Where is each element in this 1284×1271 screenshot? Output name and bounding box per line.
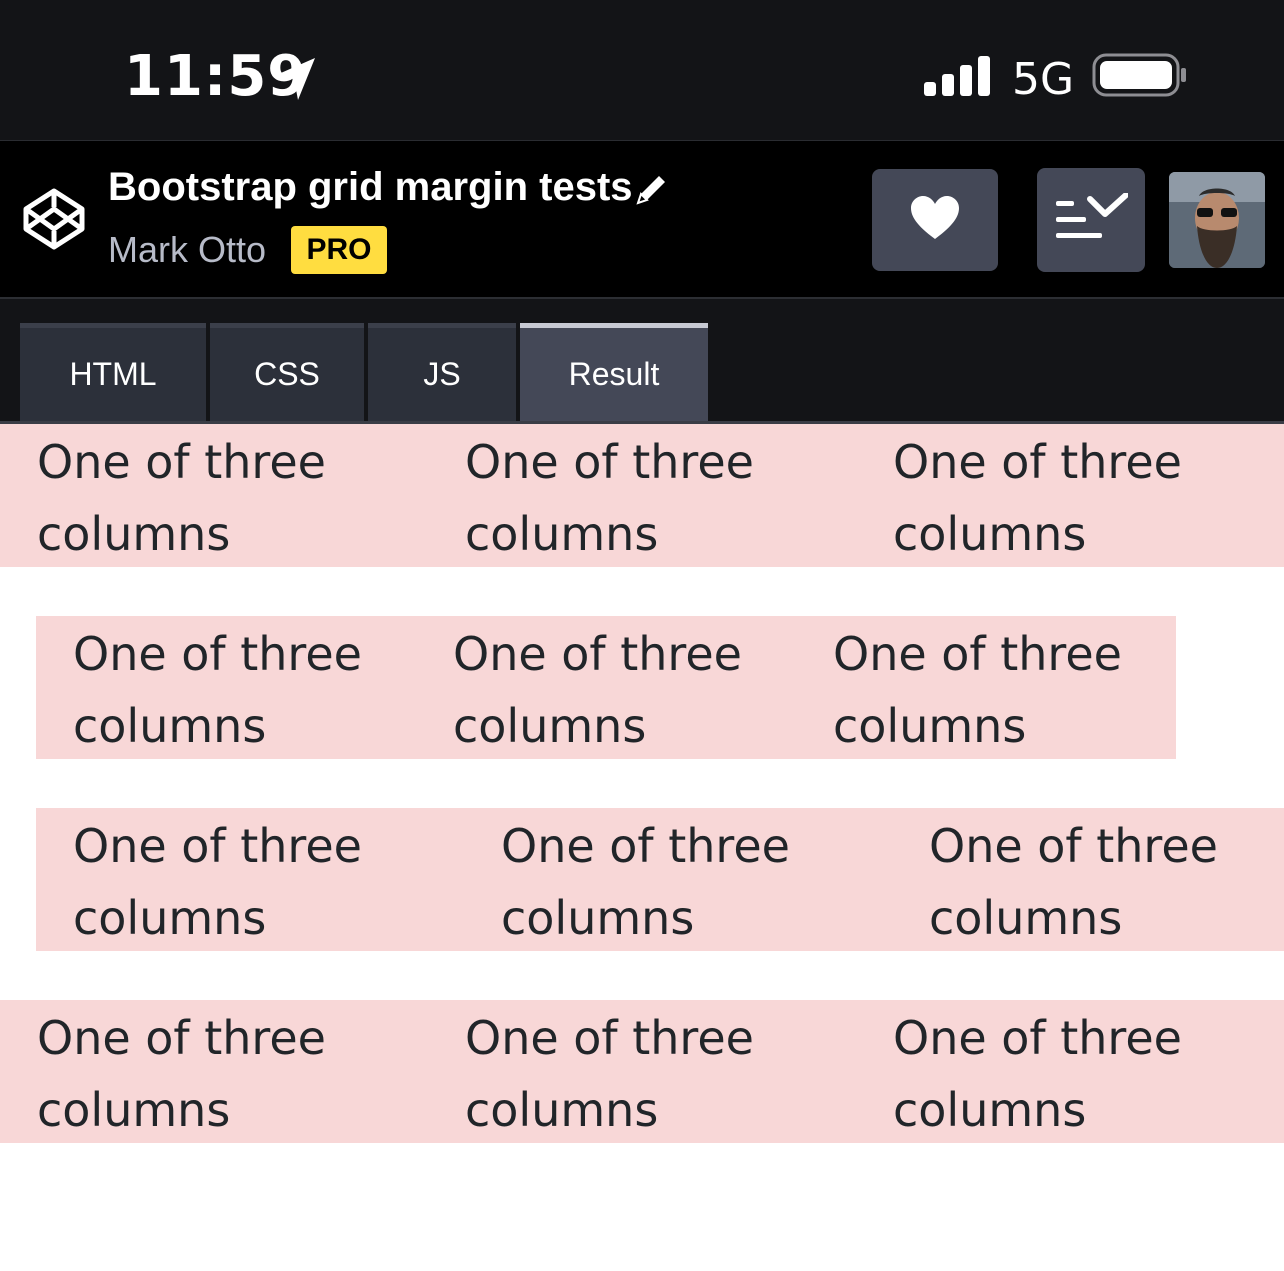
cellular-signal-icon (924, 54, 992, 103)
battery-icon (1092, 53, 1188, 104)
pen-title: Bootstrap grid margin tests (108, 165, 633, 209)
tab-js[interactable]: JS (368, 323, 516, 421)
pen-header: Bootstrap grid margin tests Mark Otto PR… (0, 140, 1284, 300)
heart-button[interactable] (872, 169, 998, 271)
grid-column: One of three columns (893, 435, 1182, 561)
location-arrow-icon (272, 56, 318, 107)
avatar[interactable] (1169, 172, 1265, 268)
grid-column: One of three columns (893, 1011, 1182, 1137)
change-view-button[interactable] (1037, 168, 1145, 272)
grid-column: One of three columns (37, 435, 326, 561)
tab-result[interactable]: Result (520, 323, 708, 421)
grid-row: One of three columns One of three column… (36, 616, 1176, 759)
grid-row: One of three columns One of three column… (36, 808, 1284, 951)
status-bar: 11:59 5G (0, 0, 1284, 140)
list-view-icon (1054, 191, 1129, 248)
grid-column: One of three columns (73, 819, 362, 945)
grid-column: One of three columns (833, 627, 1122, 753)
grid-row: One of three columns One of three column… (0, 1000, 1284, 1143)
network-type: 5G (1012, 54, 1075, 105)
grid-column: One of three columns (453, 627, 742, 753)
grid-column: One of three columns (465, 435, 754, 561)
grid-column: One of three columns (501, 819, 790, 945)
grid-column: One of three columns (37, 1011, 326, 1137)
grid-column: One of three columns (929, 819, 1218, 945)
pencil-icon[interactable] (632, 171, 670, 214)
pro-badge: PRO (291, 226, 387, 274)
grid-row: One of three columns One of three column… (0, 424, 1284, 567)
grid-column: One of three columns (465, 1011, 754, 1137)
codepen-logo-icon[interactable] (22, 187, 86, 256)
result-preview: One of three columns One of three column… (0, 424, 1284, 1271)
grid-column: One of three columns (73, 627, 362, 753)
tab-html[interactable]: HTML (20, 323, 206, 421)
tab-css[interactable]: CSS (210, 323, 364, 421)
editor-tabs: HTML CSS JS Result (0, 299, 1284, 424)
author-name[interactable]: Mark Otto (108, 229, 266, 271)
heart-icon (910, 195, 960, 246)
